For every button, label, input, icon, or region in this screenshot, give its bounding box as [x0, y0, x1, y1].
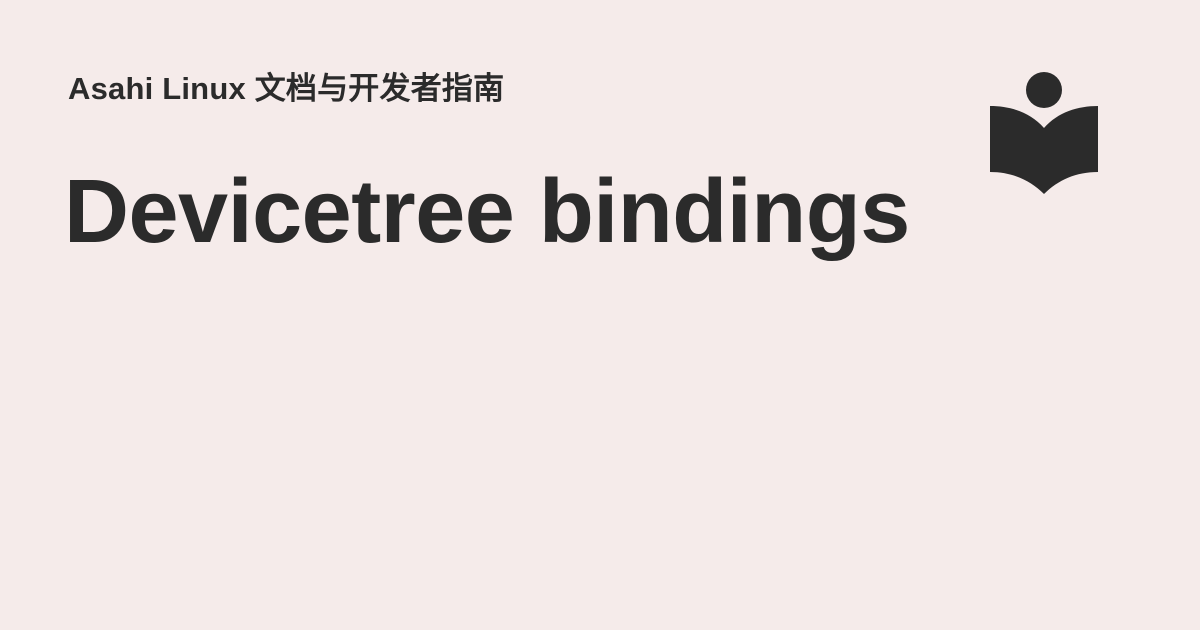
social-card: Asahi Linux 文档与开发者指南 Devicetree bindings — [0, 0, 1200, 630]
site-name: Asahi Linux 文档与开发者指南 — [68, 71, 505, 106]
reading-person-book-icon — [990, 72, 1098, 194]
page-title: Devicetree bindings — [64, 162, 910, 262]
reader-head — [1026, 72, 1062, 108]
open-book — [990, 106, 1098, 194]
